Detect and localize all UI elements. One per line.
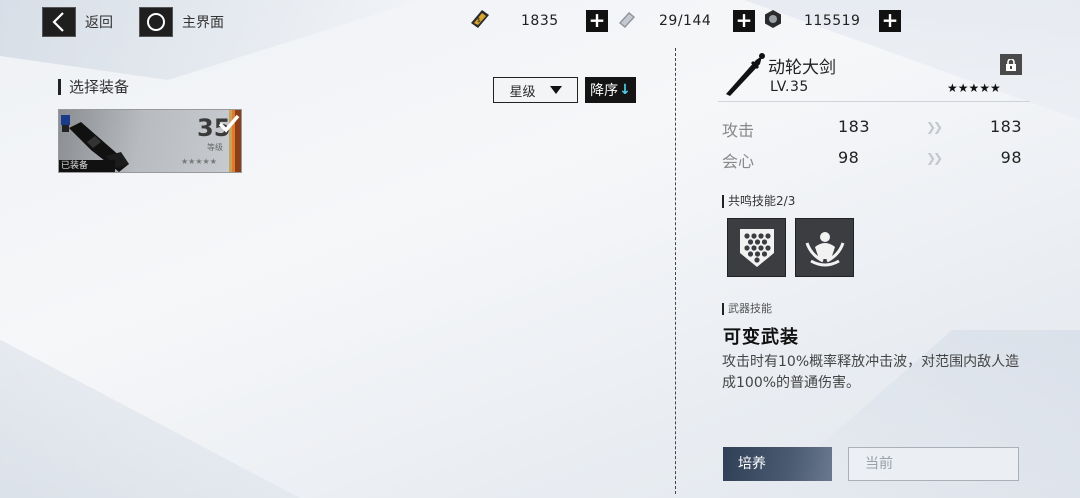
resource-gear: 115519 xyxy=(762,9,860,33)
train-button[interactable]: 培养 xyxy=(723,447,832,481)
stat-row-crit: 会心 98 ❯❯ 98 xyxy=(722,148,1022,171)
gear-nut-icon xyxy=(762,8,784,34)
svg-text:$: $ xyxy=(477,17,481,24)
resonance-skill-1[interactable] xyxy=(727,218,786,277)
weapon-name: 动轮大剑 xyxy=(768,58,836,78)
stat-name: 会心 xyxy=(722,152,755,171)
checkmark-icon xyxy=(218,114,240,133)
equipment-card[interactable]: 35 等级 ★★★★★ 已装备 xyxy=(58,109,242,173)
triangle-down-icon xyxy=(549,83,562,98)
resonance-skills-title: 共鸣技能2/3 xyxy=(722,195,795,208)
background-shard xyxy=(0,339,300,498)
card-level-label: 等级 xyxy=(207,143,223,152)
resource-gold: $ 1835 xyxy=(468,9,559,33)
double-chevron-icon: ❯❯ xyxy=(926,151,943,165)
add-battery-button[interactable]: + xyxy=(733,10,755,32)
weapon-level: LV.35 xyxy=(770,79,809,95)
sort-select-label: 星级 xyxy=(509,84,536,100)
lock-button[interactable] xyxy=(1000,54,1022,75)
sort-order-label: 降序 xyxy=(590,83,619,99)
battery-value: 29/144 xyxy=(659,13,712,29)
sort-order-button[interactable]: 降序 ↓ xyxy=(585,77,636,103)
stat-name: 攻击 xyxy=(722,121,755,140)
weapon-skill-description: 攻击时有10%概率释放冲击波，对范围内敌人造成100%的普通伤害。 xyxy=(722,354,1020,391)
weapon-stars: ★★★★★ xyxy=(947,81,1001,95)
back-arrow-icon xyxy=(42,7,76,37)
add-gear-button[interactable]: + xyxy=(879,10,901,32)
hex-shield-icon xyxy=(739,228,774,267)
back-button[interactable]: 返回 xyxy=(42,7,113,37)
double-chevron-icon: ❯❯ xyxy=(926,120,943,134)
stat-next: 183 xyxy=(989,117,1022,136)
gold-ticket-icon: $ xyxy=(468,7,492,35)
gold-value: 1835 xyxy=(521,13,559,29)
equipped-badge: 已装备 xyxy=(59,160,115,172)
arrow-down-icon: ↓ xyxy=(619,82,631,98)
back-label: 返回 xyxy=(85,15,113,31)
stat-current: 183 xyxy=(838,117,871,136)
select-equipment-title: 选择装备 xyxy=(58,79,129,95)
stat-row-attack: 攻击 183 ❯❯ 183 xyxy=(722,117,1022,140)
weapon-skill-title: 武器技能 xyxy=(722,303,772,315)
home-circle-icon xyxy=(139,7,173,37)
resonance-skill-2[interactable] xyxy=(795,218,854,277)
panel-divider xyxy=(675,48,676,494)
stat-current: 98 xyxy=(838,148,860,167)
resonance-count: 2/3 xyxy=(776,194,796,208)
weapon-skill-name: 可变武装 xyxy=(723,327,799,348)
gear-value: 115519 xyxy=(804,13,861,29)
current-button[interactable]: 当前 xyxy=(848,447,1019,481)
home-label: 主界面 xyxy=(182,15,224,31)
lotus-figure-icon xyxy=(805,231,844,266)
card-stars: ★★★★★ xyxy=(181,157,217,166)
weapon-sword-icon xyxy=(726,53,765,96)
stat-next: 98 xyxy=(1000,148,1022,167)
sort-select[interactable]: 星级 xyxy=(493,77,578,103)
resource-battery: 29/144 xyxy=(616,9,711,33)
home-button[interactable]: 主界面 xyxy=(139,7,224,37)
divider-line xyxy=(718,101,1030,102)
battery-icon xyxy=(616,8,638,34)
lock-icon xyxy=(1006,58,1016,71)
add-gold-button[interactable]: + xyxy=(586,10,608,32)
resonance-title-text: 共鸣技能 xyxy=(728,194,777,208)
